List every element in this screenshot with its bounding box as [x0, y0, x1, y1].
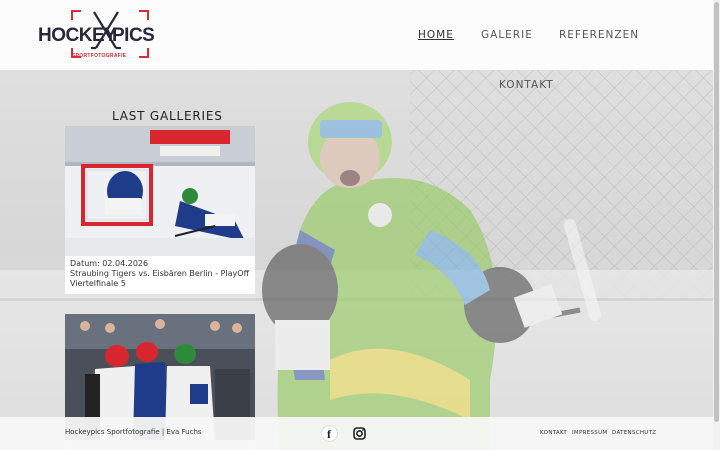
- scrollbar[interactable]: [713, 0, 720, 450]
- logo-text-pics: PICS: [112, 25, 155, 46]
- footer-link-impressum[interactable]: IMPRESSUM: [572, 430, 607, 436]
- footer-copyright: Hockeypics Sportfotografie | Eva Fuchs: [65, 428, 202, 436]
- nav-galerie[interactable]: GALERIE: [481, 29, 533, 41]
- logo-subtitle: SPORTFOTOGRAFIE: [72, 53, 127, 59]
- footer-link-datenschutz[interactable]: DATENSCHUTZ: [612, 430, 656, 436]
- site-footer: Hockeypics Sportfotografie | Eva Fuchs f…: [0, 417, 713, 450]
- site-header: HOCKEY PICS SPORTFOTOGRAFIE HOME GALERIE…: [0, 0, 720, 70]
- facebook-icon[interactable]: f: [321, 425, 338, 442]
- gallery-card[interactable]: Datum: 02.04.2026 Straubing Tigers vs. E…: [65, 126, 255, 294]
- footer-link-kontakt[interactable]: KONTAKT: [540, 430, 567, 436]
- nav-referenzen[interactable]: REFERENZEN: [559, 29, 639, 41]
- scrollbar-thumb[interactable]: [714, 2, 719, 422]
- last-galleries-title: LAST GALLERIES: [112, 109, 223, 123]
- instagram-icon[interactable]: [351, 425, 368, 442]
- gallery-thumbnail: [65, 126, 255, 256]
- hockeypics-logo[interactable]: HOCKEY PICS SPORTFOTOGRAFIE: [38, 8, 163, 62]
- nav-kontakt[interactable]: KONTAKT: [499, 79, 554, 91]
- gallery-date: Datum: 02.04.2026: [70, 259, 149, 268]
- gallery-title: Straubing Tigers vs. Eisbären Berlin - P…: [70, 269, 250, 288]
- logo-bracket-tl: [71, 10, 81, 20]
- nav-home[interactable]: HOME: [418, 29, 454, 41]
- logo-bracket-tr: [139, 10, 149, 20]
- gallery-meta: Datum: 02.04.2026 Straubing Tigers vs. E…: [70, 259, 252, 289]
- logo-bracket-br: [139, 48, 149, 58]
